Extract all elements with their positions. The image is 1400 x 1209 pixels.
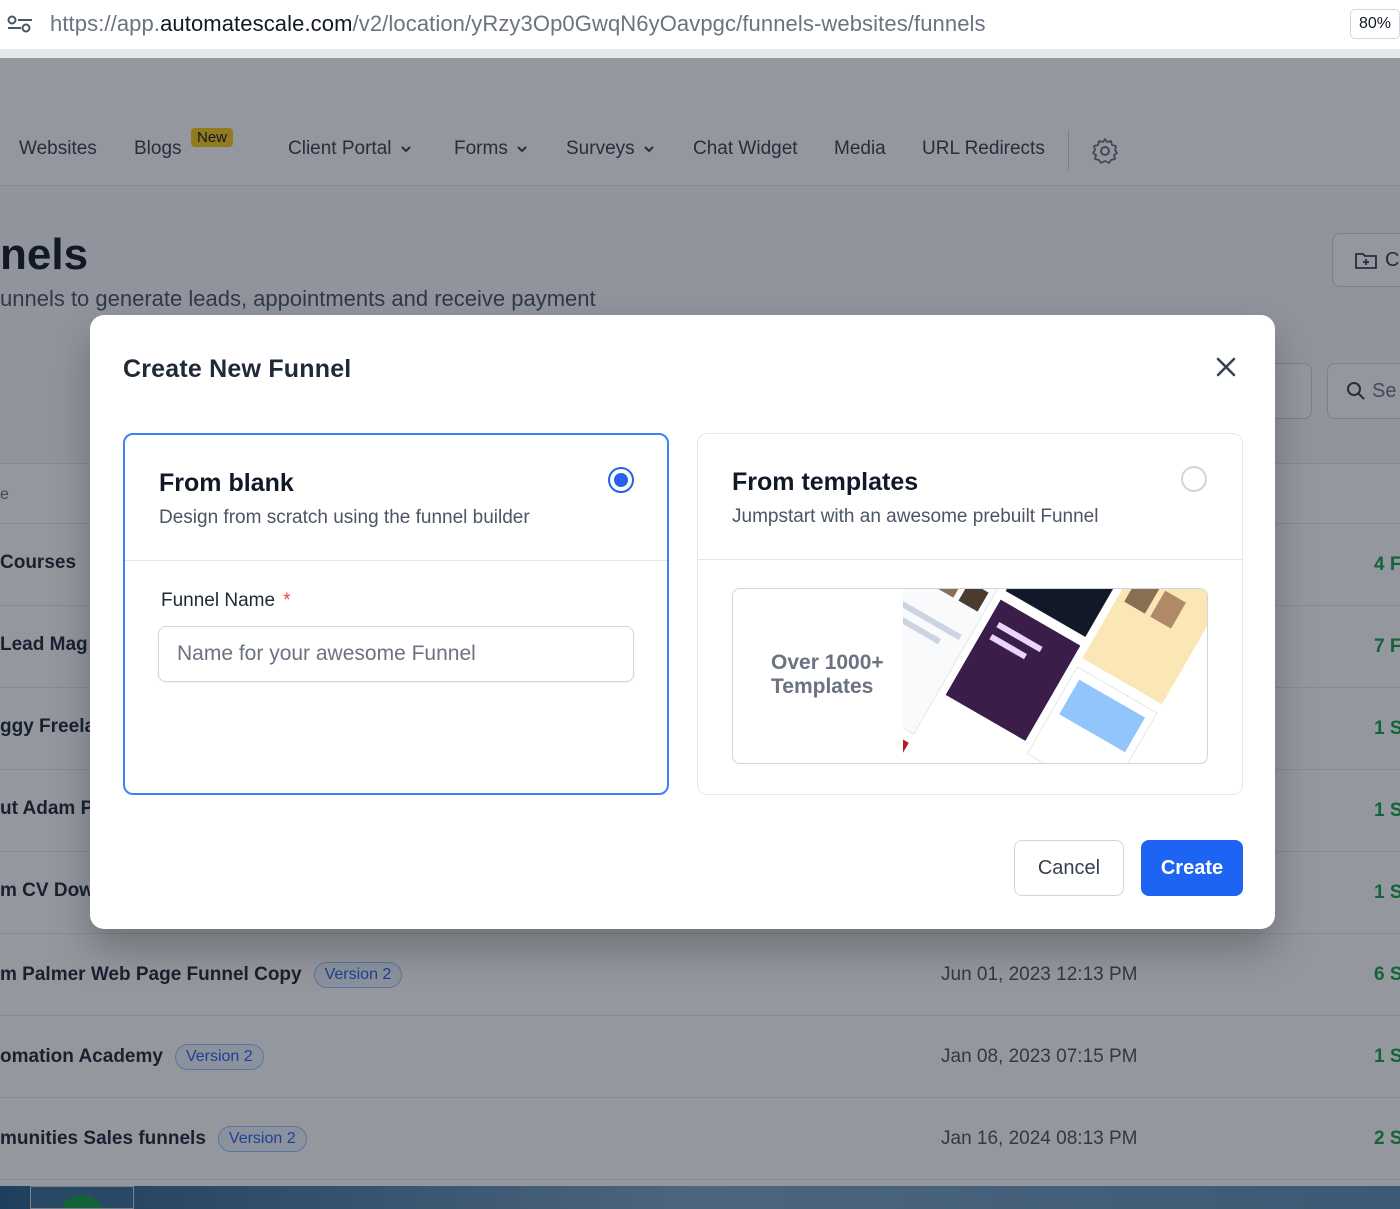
cancel-button[interactable]: Cancel (1014, 840, 1124, 896)
modal-title: Create New Funnel (123, 355, 352, 383)
from-blank-title: From blank (159, 469, 294, 497)
create-funnel-modal: Create New Funnel From blank Design from… (90, 315, 1275, 929)
from-blank-option[interactable]: From blank Design from scratch using the… (123, 433, 669, 795)
from-templates-description: Jumpstart with an awesome prebuilt Funne… (732, 506, 1099, 527)
create-button[interactable]: Create (1141, 840, 1243, 896)
funnel-name-input[interactable] (158, 626, 634, 682)
from-blank-header: From blank Design from scratch using the… (125, 435, 667, 561)
zoom-indicator[interactable]: 80% (1350, 9, 1400, 39)
templates-preview[interactable]: Over 1000+ Templates (732, 588, 1208, 764)
templates-collage-image (903, 589, 1207, 763)
from-blank-radio[interactable] (608, 467, 634, 493)
url-domain: automatescale.com (160, 11, 353, 36)
close-icon[interactable] (1210, 351, 1242, 383)
from-templates-radio[interactable] (1181, 466, 1207, 492)
browser-address-bar: https://app.automatescale.com/v2/locatio… (0, 0, 1400, 50)
from-templates-option[interactable]: From templates Jumpstart with an awesome… (697, 433, 1243, 795)
funnel-name-label: Funnel Name * (161, 590, 290, 612)
url-text[interactable]: https://app.automatescale.com/v2/locatio… (50, 11, 986, 37)
from-templates-header: From templates Jumpstart with an awesome… (698, 434, 1242, 560)
from-blank-description: Design from scratch using the funnel bui… (159, 507, 530, 528)
url-path: /v2/location/yRzy3Op0GwqN6yOavpgc/funnel… (352, 11, 986, 36)
required-mark: * (283, 590, 291, 611)
site-settings-icon[interactable] (6, 14, 34, 34)
funnel-name-label-text: Funnel Name (161, 590, 276, 611)
url-prefix: https://app. (50, 11, 161, 36)
toolbar-gap (0, 50, 1400, 58)
from-templates-title: From templates (732, 468, 919, 496)
